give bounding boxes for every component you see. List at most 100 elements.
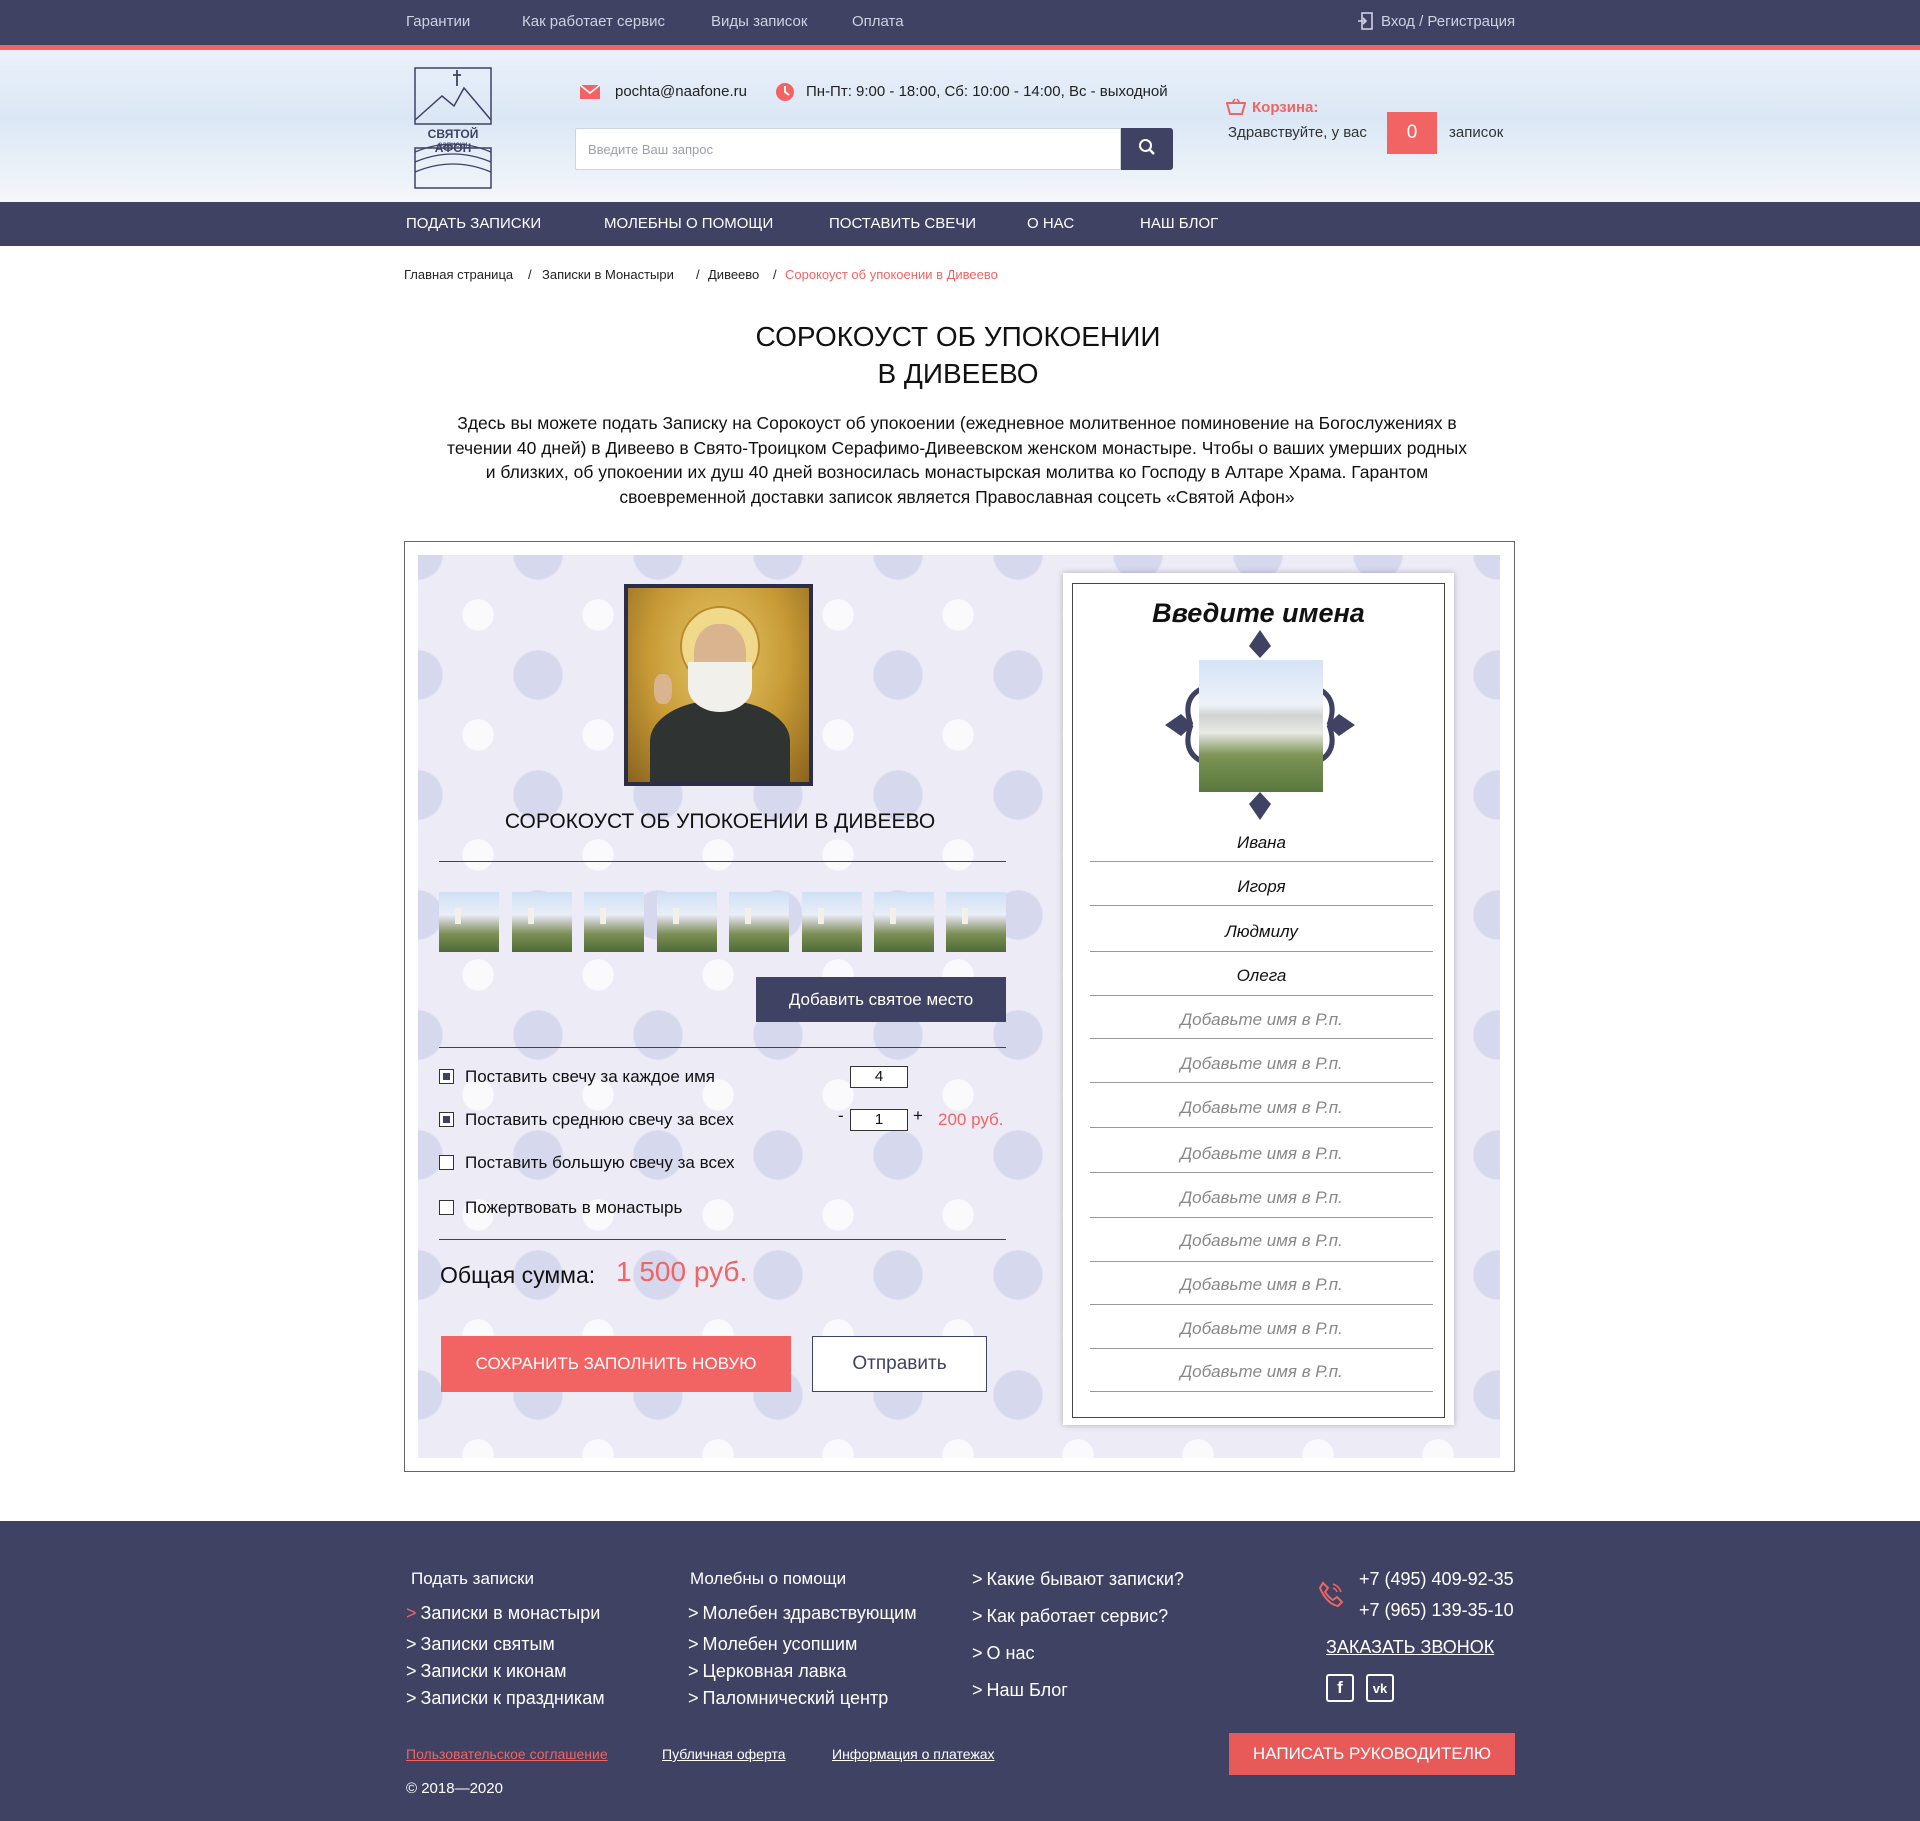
- footer: [0, 1521, 1920, 1821]
- add-holy-place-button[interactable]: Добавить святое место: [756, 977, 1006, 1022]
- page-title-line-1: СОРОКОУСТ ОБ УПОКОЕНИИ: [755, 321, 1161, 352]
- logo-subtext: записки: [438, 140, 468, 149]
- name-underline: [1090, 1172, 1433, 1173]
- send-button[interactable]: Отправить: [812, 1336, 987, 1392]
- login-icon[interactable]: [1357, 12, 1373, 34]
- name-input-placeholder[interactable]: Добавьте имя в Р.п.: [1090, 1098, 1433, 1118]
- footer-link[interactable]: > Наш Блог: [972, 1680, 1068, 1701]
- payment-info-link[interactable]: Информация о платежах: [832, 1746, 995, 1762]
- write-to-manager-button[interactable]: НАПИСАТЬ РУКОВОДИТЕЛЮ: [1229, 1733, 1515, 1775]
- footer-col1-title[interactable]: Подать записки: [411, 1569, 534, 1589]
- name-underline: [1090, 1038, 1433, 1039]
- breadcrumb-home[interactable]: Главная страница: [404, 267, 513, 282]
- email-link[interactable]: pochta@naafone.ru: [615, 83, 747, 100]
- user-agreement-link[interactable]: Пользовательское соглашение: [406, 1746, 608, 1762]
- footer-link[interactable]: > Паломнический центр: [688, 1688, 888, 1709]
- public-offer-link[interactable]: Публичная оферта: [662, 1746, 786, 1762]
- chevron-right-icon: >: [972, 1643, 983, 1663]
- total-value: 1 500 руб.: [616, 1256, 748, 1287]
- footer-link[interactable]: > Записки к праздникам: [406, 1688, 605, 1709]
- topbar-link-payment[interactable]: Оплата: [852, 13, 904, 30]
- basket-icon[interactable]: [1225, 98, 1247, 121]
- medium-candle-qty[interactable]: 1: [850, 1109, 908, 1131]
- breadcrumb-diveevo[interactable]: Дивеево: [708, 267, 759, 282]
- chevron-right-icon: >: [972, 1569, 983, 1589]
- topbar-link-how-it-works[interactable]: Как работает сервис: [522, 13, 665, 30]
- footer-link[interactable]: > Как работает сервис?: [972, 1606, 1168, 1627]
- nav-item-about[interactable]: О НАС: [1027, 215, 1074, 232]
- name-underline: [1090, 861, 1433, 862]
- name-input-placeholder[interactable]: Добавьте имя в Р.п.: [1090, 1144, 1433, 1164]
- header: [0, 50, 1920, 202]
- footer-col2-title[interactable]: Молебны о помощи: [690, 1569, 846, 1589]
- holy-place-thumbnail[interactable]: [802, 892, 862, 952]
- name-underline: [1090, 1127, 1433, 1128]
- footer-link[interactable]: > О нас: [972, 1643, 1034, 1664]
- phone-icon: [1317, 1580, 1345, 1613]
- name-input-placeholder[interactable]: Добавьте имя в Р.п.: [1090, 1231, 1433, 1251]
- name-input-placeholder[interactable]: Добавьте имя в Р.п.: [1090, 1275, 1433, 1295]
- footer-link[interactable]: > Церковная лавка: [688, 1661, 847, 1682]
- checkbox-medium-candle[interactable]: [439, 1112, 454, 1127]
- name-input-placeholder[interactable]: Добавьте имя в Р.п.: [1090, 1054, 1433, 1074]
- checkbox-donate[interactable]: [439, 1200, 454, 1215]
- monastery-image: [1199, 660, 1323, 792]
- holy-place-thumbnail[interactable]: [584, 892, 644, 952]
- holy-place-thumbnail[interactable]: [439, 892, 499, 952]
- holy-place-thumbnail[interactable]: [512, 892, 572, 952]
- footer-link[interactable]: > Какие бывают записки?: [972, 1569, 1184, 1590]
- nav-item-submit-notes[interactable]: ПОДАТЬ ЗАПИСКИ: [406, 215, 541, 232]
- name-entry[interactable]: Игоря: [1090, 877, 1433, 897]
- name-input-placeholder[interactable]: Добавьте имя в Р.п.: [1090, 1010, 1433, 1030]
- working-hours: Пн-Пт: 9:00 - 18:00, Сб: 10:00 - 14:00, …: [806, 83, 1168, 100]
- candle-each-qty[interactable]: 4: [850, 1066, 908, 1088]
- save-and-new-button[interactable]: СОХРАНИТЬ ЗАПОЛНИТЬ НОВУЮ: [441, 1336, 791, 1392]
- order-callback-link[interactable]: ЗАКАЗАТЬ ЗВОНОК: [1326, 1637, 1494, 1658]
- name-underline: [1090, 951, 1433, 952]
- chevron-right-icon: >: [972, 1680, 983, 1700]
- checkbox-candle-each-name[interactable]: [439, 1069, 454, 1084]
- site-logo[interactable]: СВЯТОЙ АФОН записки: [412, 66, 494, 190]
- checkbox-large-candle[interactable]: [439, 1155, 454, 1170]
- option-candle-each-name-label: Поставить свечу за каждое имя: [465, 1067, 715, 1086]
- chevron-right-icon: >: [688, 1661, 699, 1681]
- name-entry[interactable]: Олега: [1090, 966, 1433, 986]
- name-entry[interactable]: Ивана: [1090, 833, 1433, 853]
- login-register-link[interactable]: Вход / Регистрация: [1381, 13, 1515, 30]
- holy-place-thumbnail[interactable]: [874, 892, 934, 952]
- vk-icon[interactable]: vk: [1366, 1674, 1394, 1702]
- topbar-link-guarantees[interactable]: Гарантии: [406, 13, 470, 30]
- qty-plus-button[interactable]: +: [913, 1106, 923, 1126]
- nav-item-blog[interactable]: НАШ БЛОГ: [1140, 215, 1218, 232]
- holy-place-thumbnail[interactable]: [657, 892, 717, 952]
- name-entry[interactable]: Людмилу: [1090, 922, 1433, 942]
- mail-icon: [579, 84, 601, 104]
- search-button[interactable]: [1121, 128, 1173, 170]
- search-input[interactable]: [575, 128, 1121, 170]
- footer-phone-1[interactable]: +7 (495) 409-92-35: [1359, 1569, 1514, 1590]
- topbar-link-note-types[interactable]: Виды записок: [711, 13, 807, 30]
- breadcrumb-monasteries[interactable]: Записки в Монастыри: [542, 267, 674, 282]
- holy-place-thumbnail[interactable]: [729, 892, 789, 952]
- main-nav: ПОДАТЬ ЗАПИСКИ МОЛЕБНЫ О ПОМОЩИ ПОСТАВИТ…: [0, 202, 1920, 246]
- chevron-right-icon: >: [406, 1688, 417, 1708]
- holy-place-thumbnail[interactable]: [946, 892, 1006, 952]
- footer-phone-2[interactable]: +7 (965) 139-35-10: [1359, 1600, 1514, 1621]
- name-input-placeholder[interactable]: Добавьте имя в Р.п.: [1090, 1188, 1433, 1208]
- name-underline: [1090, 905, 1433, 906]
- footer-link[interactable]: > Записки в монастыри: [406, 1603, 600, 1624]
- name-input-placeholder[interactable]: Добавьте имя в Р.п.: [1090, 1362, 1433, 1382]
- nav-item-candles[interactable]: ПОСТАВИТЬ СВЕЧИ: [829, 215, 976, 232]
- footer-link[interactable]: > Молебен здравствующим: [688, 1603, 917, 1624]
- icon-beard: [688, 662, 752, 712]
- name-input-placeholder[interactable]: Добавьте имя в Р.п.: [1090, 1319, 1433, 1339]
- cart-label[interactable]: Корзина:: [1252, 99, 1318, 116]
- nav-item-prayers[interactable]: МОЛЕБНЫ О ПОМОЩИ: [604, 215, 773, 232]
- facebook-icon[interactable]: f: [1326, 1674, 1354, 1702]
- footer-link[interactable]: > Записки к иконам: [406, 1661, 566, 1682]
- form-title: СОРОКОУСТ ОБ УПОКОЕНИИ В ДИВЕЕВО: [504, 810, 936, 833]
- footer-link[interactable]: > Записки святым: [406, 1634, 555, 1655]
- qty-minus-button[interactable]: -: [838, 1106, 844, 1126]
- cart-count-badge[interactable]: 0: [1387, 112, 1437, 154]
- footer-link[interactable]: > Молебен усопшим: [688, 1634, 857, 1655]
